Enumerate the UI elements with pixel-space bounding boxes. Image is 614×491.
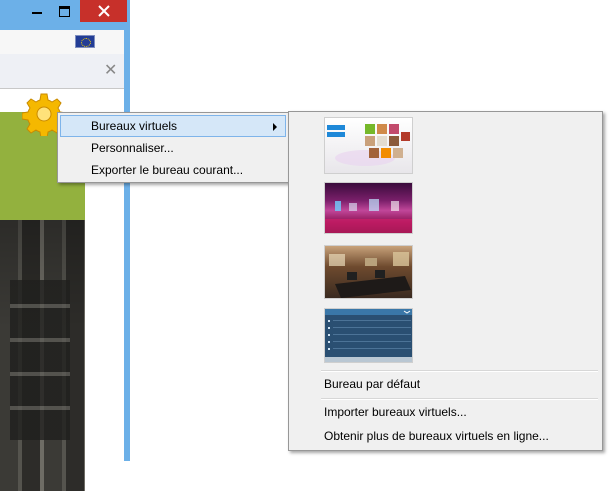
menu-item-bureaux-virtuels[interactable]: Bureaux virtuels: [60, 115, 286, 137]
menu-item-bureau-par-defaut[interactable]: Bureau par défaut: [324, 376, 420, 392]
maximize-icon: [58, 5, 70, 17]
menu-item-personnaliser[interactable]: Personnaliser...: [60, 137, 286, 159]
desktop-thumbnail-list-icon: [325, 309, 412, 362]
desktop-thumbnail-nightclub-icon: [325, 199, 412, 233]
submenu-arrow-icon: [273, 123, 277, 131]
building-photo: [0, 220, 85, 491]
minimize-icon: [32, 12, 42, 14]
desktop-thumbnail-mosaic[interactable]: [324, 117, 413, 174]
desktop-thumbnail-office[interactable]: [324, 245, 413, 299]
desktop-thumbnail-list[interactable]: [324, 308, 413, 363]
menu-item-importer[interactable]: Importer bureaux virtuels...: [324, 404, 467, 420]
info-bar: ✕: [0, 54, 124, 89]
menu-item-label: Exporter le bureau courant...: [91, 163, 244, 177]
submenu-separator: [321, 370, 598, 372]
minimize-button[interactable]: [26, 0, 48, 22]
close-icon: [97, 5, 110, 17]
background-window: ✕: [0, 0, 130, 491]
menu-item-obtenir-plus[interactable]: Obtenir plus de bureaux virtuels en lign…: [324, 428, 549, 444]
close-button[interactable]: [80, 0, 127, 22]
submenu-separator: [321, 398, 598, 400]
desktop-thumbnail-mosaic-icon: [327, 124, 410, 166]
virtual-desktops-submenu: Bureau par défaut Importer bureaux virtu…: [288, 111, 603, 451]
eu-flag-icon: [75, 35, 95, 48]
desktop-thumbnail-office-icon: [329, 252, 411, 298]
desktop-thumbnail-nightclub[interactable]: [324, 182, 413, 234]
menu-item-label: Personnaliser...: [91, 141, 174, 155]
menu-item-exporter[interactable]: Exporter le bureau courant...: [60, 159, 286, 181]
address-bar: [0, 30, 124, 55]
desktop-context-menu: Bureaux virtuels Personnaliser... Export…: [57, 112, 289, 183]
window-titlebar: [0, 0, 130, 30]
menu-item-label: Bureaux virtuels: [91, 119, 178, 133]
close-infobar-icon[interactable]: ✕: [104, 60, 117, 80]
maximize-button[interactable]: [52, 0, 76, 22]
